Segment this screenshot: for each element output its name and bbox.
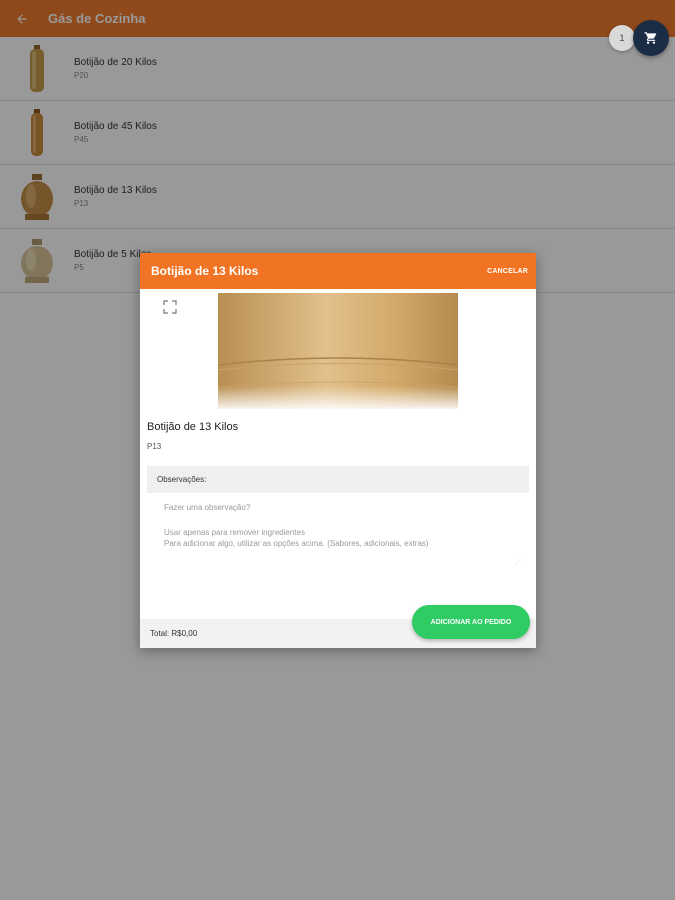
product-image: [217, 293, 459, 409]
add-to-order-button[interactable]: ADICIONAR AO PEDIDO: [412, 605, 530, 639]
cart-count-badge: 1: [609, 25, 635, 51]
product-code: P13: [147, 442, 162, 451]
product-dialog: Botijão de 13 Kilos CANCELAR Botijão de …: [140, 253, 536, 648]
total-price: Total: R$0,00: [150, 629, 198, 638]
cart-button[interactable]: [633, 20, 669, 56]
product-name: Botijão de 13 Kilos: [147, 421, 239, 433]
shopping-cart-icon: [644, 32, 657, 44]
dialog-title: Botijão de 13 Kilos: [151, 264, 259, 278]
resize-grip-icon[interactable]: ⋰: [515, 559, 521, 566]
dialog-header: Botijão de 13 Kilos CANCELAR: [140, 253, 536, 289]
observations-header: Observações:: [147, 466, 529, 493]
observations-title: Observações:: [157, 475, 207, 484]
observation-hint: Usar apenas para remover ingredientes Pa…: [164, 528, 429, 548]
cancel-button[interactable]: CANCELAR: [487, 268, 528, 275]
fullscreen-icon[interactable]: [163, 300, 177, 314]
